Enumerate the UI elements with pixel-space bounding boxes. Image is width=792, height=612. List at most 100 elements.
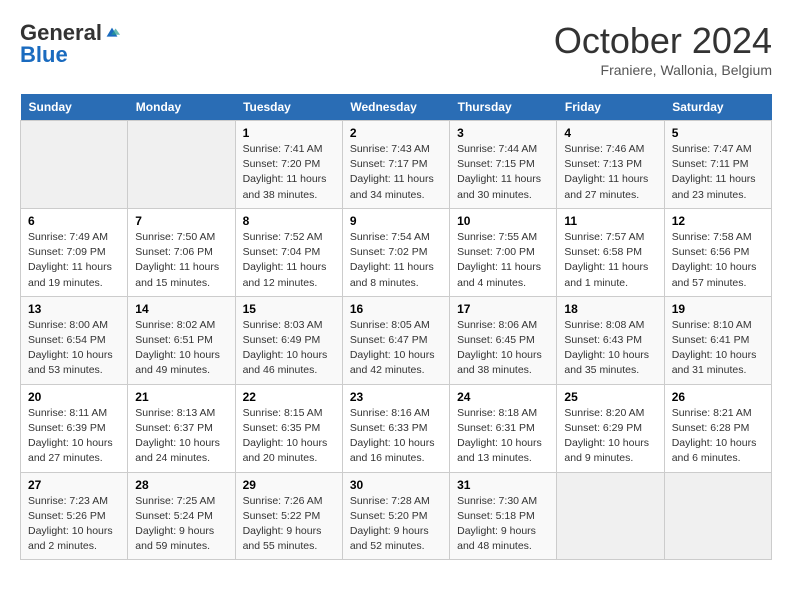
day-number: 16 [350,302,442,316]
day-number: 26 [672,390,764,404]
calendar-cell: 9 Sunrise: 7:54 AMSunset: 7:02 PMDaylight… [342,208,449,296]
day-info: Sunrise: 8:08 AMSunset: 6:43 PMDaylight:… [564,318,656,379]
day-info: Sunrise: 8:03 AMSunset: 6:49 PMDaylight:… [243,318,335,379]
calendar-cell: 4 Sunrise: 7:46 AMSunset: 7:13 PMDaylight… [557,121,664,209]
day-number: 11 [564,214,656,228]
day-number: 1 [243,126,335,140]
calendar-cell: 23 Sunrise: 8:16 AMSunset: 6:33 PMDayligh… [342,384,449,472]
day-info: Sunrise: 8:00 AMSunset: 6:54 PMDaylight:… [28,318,120,379]
day-info: Sunrise: 7:26 AMSunset: 5:22 PMDaylight:… [243,494,335,555]
day-info: Sunrise: 8:21 AMSunset: 6:28 PMDaylight:… [672,406,764,467]
day-number: 23 [350,390,442,404]
day-number: 2 [350,126,442,140]
calendar-cell: 15Sunrise: 8:03 AMSunset: 6:49 PMDayligh… [235,296,342,384]
calendar-cell: 29 Sunrise: 7:26 AMSunset: 5:22 PMDayligh… [235,472,342,560]
day-number: 17 [457,302,549,316]
page-header: General Blue October 2024 Franiere, Wall… [20,20,772,78]
calendar-cell: 11 Sunrise: 7:57 AMSunset: 6:58 PMDayligh… [557,208,664,296]
day-info: Sunrise: 8:16 AMSunset: 6:33 PMDaylight:… [350,406,442,467]
day-info: Sunrise: 7:44 AMSunset: 7:15 PMDaylight:… [457,142,549,203]
day-info: Sunrise: 7:30 AMSunset: 5:18 PMDaylight:… [457,494,549,555]
day-number: 29 [243,478,335,492]
day-number: 18 [564,302,656,316]
calendar-cell: 8 Sunrise: 7:52 AMSunset: 7:04 PMDaylight… [235,208,342,296]
day-info: Sunrise: 8:11 AMSunset: 6:39 PMDaylight:… [28,406,120,467]
day-info: Sunrise: 7:58 AMSunset: 6:56 PMDaylight:… [672,230,764,291]
day-info: Sunrise: 8:13 AMSunset: 6:37 PMDaylight:… [135,406,227,467]
day-info: Sunrise: 8:02 AMSunset: 6:51 PMDaylight:… [135,318,227,379]
calendar-cell: 17 Sunrise: 8:06 AMSunset: 6:45 PMDayligh… [450,296,557,384]
day-number: 30 [350,478,442,492]
day-of-week-header: Monday [128,94,235,121]
calendar-cell: 21 Sunrise: 8:13 AMSunset: 6:37 PMDayligh… [128,384,235,472]
calendar-cell: 14Sunrise: 8:02 AMSunset: 6:51 PMDayligh… [128,296,235,384]
day-info: Sunrise: 7:50 AMSunset: 7:06 PMDaylight:… [135,230,227,291]
calendar-cell: 6 Sunrise: 7:49 AMSunset: 7:09 PMDaylight… [21,208,128,296]
calendar-cell: 18 Sunrise: 8:08 AMSunset: 6:43 PMDayligh… [557,296,664,384]
day-number: 31 [457,478,549,492]
logo-icon [103,24,121,42]
day-of-week-header: Friday [557,94,664,121]
day-number: 4 [564,126,656,140]
calendar-cell: 31 Sunrise: 7:30 AMSunset: 5:18 PMDayligh… [450,472,557,560]
calendar-cell: 19 Sunrise: 8:10 AMSunset: 6:41 PMDayligh… [664,296,771,384]
day-number: 13 [28,302,120,316]
day-number: 3 [457,126,549,140]
day-of-week-header: Tuesday [235,94,342,121]
day-info: Sunrise: 7:57 AMSunset: 6:58 PMDaylight:… [564,230,656,291]
month-title: October 2024 [554,20,772,62]
calendar-cell: 13 Sunrise: 8:00 AMSunset: 6:54 PMDayligh… [21,296,128,384]
location-subtitle: Franiere, Wallonia, Belgium [554,62,772,78]
day-info: Sunrise: 7:46 AMSunset: 7:13 PMDaylight:… [564,142,656,203]
day-info: Sunrise: 8:18 AMSunset: 6:31 PMDaylight:… [457,406,549,467]
calendar-cell [664,472,771,560]
day-number: 24 [457,390,549,404]
day-number: 6 [28,214,120,228]
day-info: Sunrise: 7:49 AMSunset: 7:09 PMDaylight:… [28,230,120,291]
calendar-cell: 26 Sunrise: 8:21 AMSunset: 6:28 PMDayligh… [664,384,771,472]
day-number: 20 [28,390,120,404]
day-number: 7 [135,214,227,228]
calendar-cell [21,121,128,209]
day-of-week-header: Thursday [450,94,557,121]
day-info: Sunrise: 8:06 AMSunset: 6:45 PMDaylight:… [457,318,549,379]
day-info: Sunrise: 7:28 AMSunset: 5:20 PMDaylight:… [350,494,442,555]
day-info: Sunrise: 7:43 AMSunset: 7:17 PMDaylight:… [350,142,442,203]
day-info: Sunrise: 8:15 AMSunset: 6:35 PMDaylight:… [243,406,335,467]
day-info: Sunrise: 7:41 AMSunset: 7:20 PMDaylight:… [243,142,335,203]
day-number: 21 [135,390,227,404]
calendar-cell: 20 Sunrise: 8:11 AMSunset: 6:39 PMDayligh… [21,384,128,472]
day-info: Sunrise: 8:10 AMSunset: 6:41 PMDaylight:… [672,318,764,379]
calendar-cell [557,472,664,560]
day-info: Sunrise: 8:20 AMSunset: 6:29 PMDaylight:… [564,406,656,467]
calendar-cell: 3 Sunrise: 7:44 AMSunset: 7:15 PMDaylight… [450,121,557,209]
day-of-week-header: Sunday [21,94,128,121]
day-info: Sunrise: 7:47 AMSunset: 7:11 PMDaylight:… [672,142,764,203]
day-number: 19 [672,302,764,316]
day-info: Sunrise: 8:05 AMSunset: 6:47 PMDaylight:… [350,318,442,379]
day-info: Sunrise: 7:52 AMSunset: 7:04 PMDaylight:… [243,230,335,291]
logo: General Blue [20,20,121,68]
day-number: 22 [243,390,335,404]
calendar-cell: 22 Sunrise: 8:15 AMSunset: 6:35 PMDayligh… [235,384,342,472]
calendar-cell: 10Sunrise: 7:55 AMSunset: 7:00 PMDayligh… [450,208,557,296]
day-info: Sunrise: 7:25 AMSunset: 5:24 PMDaylight:… [135,494,227,555]
logo-blue-text: Blue [20,42,68,68]
calendar-cell: 5 Sunrise: 7:47 AMSunset: 7:11 PMDaylight… [664,121,771,209]
day-of-week-header: Wednesday [342,94,449,121]
day-number: 28 [135,478,227,492]
day-of-week-header: Saturday [664,94,771,121]
day-info: Sunrise: 7:23 AMSunset: 5:26 PMDaylight:… [28,494,120,555]
title-section: October 2024 Franiere, Wallonia, Belgium [554,20,772,78]
day-number: 25 [564,390,656,404]
calendar-cell: 25 Sunrise: 8:20 AMSunset: 6:29 PMDayligh… [557,384,664,472]
calendar-cell: 12Sunrise: 7:58 AMSunset: 6:56 PMDayligh… [664,208,771,296]
calendar-cell: 1 Sunrise: 7:41 AMSunset: 7:20 PMDaylight… [235,121,342,209]
day-number: 5 [672,126,764,140]
calendar-cell: 30 Sunrise: 7:28 AMSunset: 5:20 PMDayligh… [342,472,449,560]
day-info: Sunrise: 7:54 AMSunset: 7:02 PMDaylight:… [350,230,442,291]
day-number: 8 [243,214,335,228]
day-number: 27 [28,478,120,492]
day-number: 9 [350,214,442,228]
calendar-cell [128,121,235,209]
